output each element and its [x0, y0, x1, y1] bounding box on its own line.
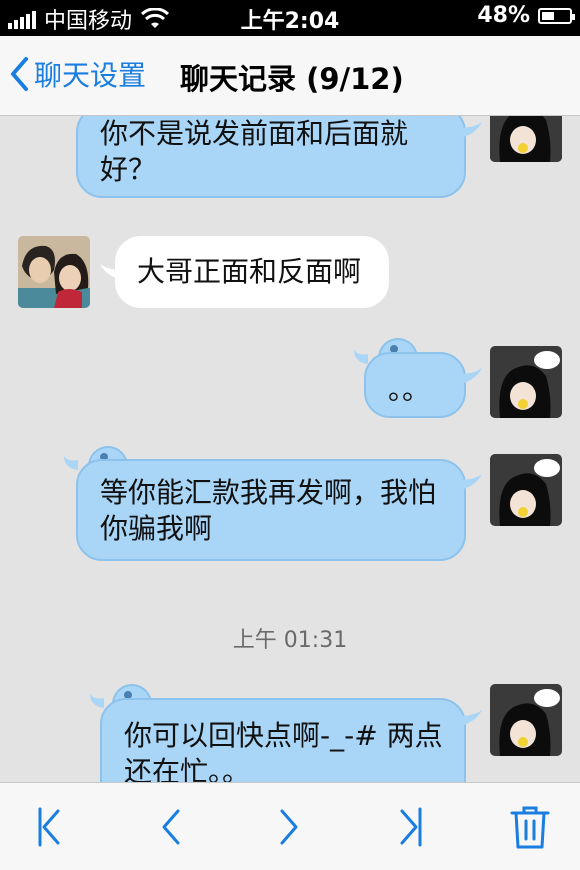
battery-percent: 48%	[477, 3, 530, 28]
avatar[interactable]	[490, 116, 562, 162]
chat-history[interactable]: 你不是说发前面和后面就好？ 大哥正面和反面啊 。。 等你能汇款我再发啊，我怕你骗…	[0, 116, 580, 782]
message-text: 你可以回快点啊-_-# 两点还在忙。。	[124, 719, 443, 782]
last-page-icon	[400, 807, 422, 847]
chevron-left-icon	[11, 57, 28, 91]
avatar[interactable]	[490, 454, 562, 526]
page-title: 聊天记录 (9/12)	[180, 62, 404, 96]
message-bubble-outgoing: 等你能汇款我再发啊，我怕你骗我啊	[76, 459, 466, 561]
next-page-button[interactable]	[266, 803, 314, 851]
message-bubble-outgoing: 你可以回快点啊-_-# 两点还在忙。。	[100, 698, 466, 782]
avatar[interactable]	[490, 346, 562, 418]
previous-page-button[interactable]	[146, 803, 194, 851]
status-bar: 中国移动 上午2:04 48%	[0, 0, 580, 36]
first-page-icon	[38, 807, 60, 847]
message-text: 你不是说发前面和后面就好？	[100, 117, 409, 186]
delete-button[interactable]	[506, 803, 554, 851]
message-bubble-outgoing: 。。	[364, 352, 466, 418]
back-button-label: 聊天设置	[34, 59, 147, 92]
message-text: 大哥正面和反面啊	[137, 255, 362, 288]
navigation-bar: 聊天设置 聊天记录 (9/12)	[0, 36, 580, 116]
last-page-button[interactable]	[386, 803, 434, 851]
message-text: 。。	[388, 373, 431, 406]
previous-page-icon	[162, 809, 180, 845]
status-bar-right: 48%	[477, 3, 575, 28]
next-page-icon	[280, 809, 298, 845]
battery-icon	[538, 7, 575, 24]
bottom-toolbar	[0, 782, 580, 870]
message-timestamp: 上午 01:31	[232, 628, 348, 653]
trash-icon	[510, 806, 550, 849]
back-button[interactable]: 聊天设置	[8, 54, 146, 94]
message-text: 等你能汇款我再发啊，我怕你骗我啊	[100, 476, 437, 545]
message-bubble-outgoing: 你不是说发前面和后面就好？	[76, 116, 466, 198]
first-page-button[interactable]	[26, 803, 74, 851]
message-bubble-incoming: 大哥正面和反面啊	[115, 236, 389, 308]
avatar[interactable]	[490, 684, 562, 756]
avatar[interactable]	[18, 236, 90, 308]
